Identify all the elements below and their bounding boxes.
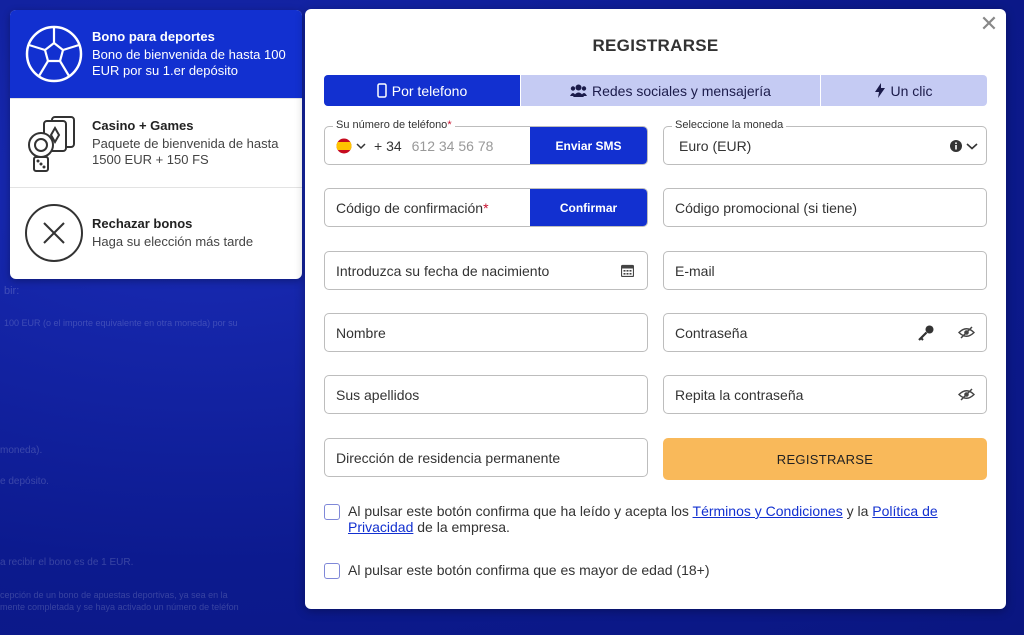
chevron-down-icon (356, 142, 366, 149)
currency-select[interactable]: Seleccione la moneda Euro (EUR) (663, 119, 987, 165)
tab-label: Un clic (890, 82, 933, 99)
confirm-button[interactable]: Confirmar (530, 189, 647, 226)
registration-modal: ✕ REGISTRARSE Por telefono Redes sociale… (305, 9, 1006, 609)
background-text: mente completada y se haya activado un n… (0, 602, 239, 612)
bonus-option-sports[interactable]: Bono para deportes Bono de bienvenida de… (10, 10, 302, 99)
name-placeholder: Nombre (336, 324, 386, 341)
currency-value: Euro (EUR) (679, 137, 752, 154)
phone-field: Su número de teléfono* + 34 612 34 56 78… (324, 119, 648, 165)
bonus-description: Haga su elección más tarde (92, 233, 254, 249)
registration-tabs: Por telefono Redes sociales y mensajería… (324, 75, 987, 106)
promo-placeholder: Código promocional (si tiene) (675, 199, 858, 216)
terms-text: Al pulsar este botón confirma que ha leí… (348, 503, 689, 519)
terms-and-text: y la (846, 503, 869, 519)
spain-flag-icon (336, 138, 352, 153)
key-icon[interactable] (916, 323, 936, 343)
background-text: cepción de un bono de apuestas deportiva… (0, 590, 228, 600)
modal-title: REGISTRARSE (592, 36, 719, 55)
birthdate-placeholder: Introduzca su fecha de nacimiento (336, 262, 550, 279)
bonus-panel: Bono para deportes Bono de bienvenida de… (10, 10, 302, 279)
password-field[interactable]: Contraseña (663, 313, 987, 352)
promo-code-field[interactable]: Código promocional (si tiene) (663, 188, 987, 227)
confirmation-placeholder: Código de confirmación (336, 199, 484, 216)
send-sms-button[interactable]: Enviar SMS (530, 127, 647, 164)
casino-chips-icon (24, 113, 84, 173)
bonus-title: Casino + Games (92, 118, 194, 133)
background-text: moneda). (0, 445, 43, 456)
tab-phone[interactable]: Por telefono (324, 75, 521, 106)
terms-suffix-text: de la empresa. (417, 519, 510, 535)
birthdate-field[interactable]: Introduzca su fecha de nacimiento (324, 251, 648, 290)
chevron-down-icon (966, 142, 978, 150)
repeat-password-placeholder: Repita la contraseña (675, 386, 804, 403)
confirmation-code-field[interactable]: Código de confirmación* Confirmar (324, 188, 648, 227)
background-text: e depósito. (0, 476, 49, 487)
register-button[interactable]: REGISTRARSE (663, 438, 987, 480)
bonus-description: Paquete de bienvenida de hasta 1500 EUR … (92, 136, 279, 167)
eye-slash-icon[interactable] (956, 323, 976, 343)
phone-input[interactable]: 612 34 56 78 (412, 138, 494, 154)
calendar-icon[interactable] (617, 261, 637, 281)
bonus-title: Bono para deportes (92, 29, 215, 44)
name-field[interactable]: Nombre (324, 313, 648, 352)
terms-consent: Al pulsar este botón confirma que ha leí… (324, 503, 994, 535)
age-consent: Al pulsar este botón confirma que es may… (324, 562, 709, 579)
users-icon (570, 84, 587, 97)
tab-label: Redes sociales y mensajería (592, 82, 771, 99)
close-icon[interactable]: ✕ (978, 13, 1000, 35)
terms-checkbox[interactable] (324, 504, 340, 520)
lightning-icon (875, 83, 886, 98)
background-text: bir: (4, 285, 20, 297)
bonus-option-casino[interactable]: Casino + Games Paquete de bienvenida de … (10, 99, 302, 188)
email-placeholder: E-mail (675, 262, 715, 279)
tab-label: Por telefono (391, 82, 468, 99)
tab-social[interactable]: Redes sociales y mensajería (521, 75, 821, 106)
age-checkbox[interactable] (324, 563, 340, 579)
password-placeholder: Contraseña (675, 324, 748, 341)
background-text: a recibir el bono es de 1 EUR. (0, 557, 134, 568)
phone-icon (377, 83, 387, 98)
background-text: 100 EUR (o el importe equivalente en otr… (4, 318, 238, 328)
reject-icon (24, 203, 84, 263)
country-selector[interactable]: + 34 612 34 56 78 (325, 138, 530, 154)
eye-slash-icon[interactable] (956, 385, 976, 405)
bonus-title: Rechazar bonos (92, 215, 193, 231)
phone-label: Su número de teléfono (336, 119, 448, 131)
bonus-description: Bono de bienvenida de hasta 100 EUR por … (92, 47, 286, 78)
surname-placeholder: Sus apellidos (336, 386, 420, 403)
phone-prefix: + 34 (374, 137, 402, 154)
surname-field[interactable]: Sus apellidos (324, 375, 648, 414)
email-field[interactable]: E-mail (663, 251, 987, 290)
age-text: Al pulsar este botón confirma que es may… (348, 562, 710, 578)
terms-link[interactable]: Términos y Condiciones (693, 503, 843, 519)
info-icon (950, 139, 962, 152)
soccer-ball-icon (24, 24, 84, 84)
currency-label: Seleccione la moneda (672, 119, 787, 131)
repeat-password-field[interactable]: Repita la contraseña (663, 375, 987, 414)
bonus-option-reject[interactable]: Rechazar bonos Haga su elección más tard… (10, 188, 302, 277)
address-placeholder: Dirección de residencia permanente (336, 449, 561, 466)
tab-one-click[interactable]: Un clic (821, 75, 987, 106)
address-field[interactable]: Dirección de residencia permanente (324, 438, 648, 477)
